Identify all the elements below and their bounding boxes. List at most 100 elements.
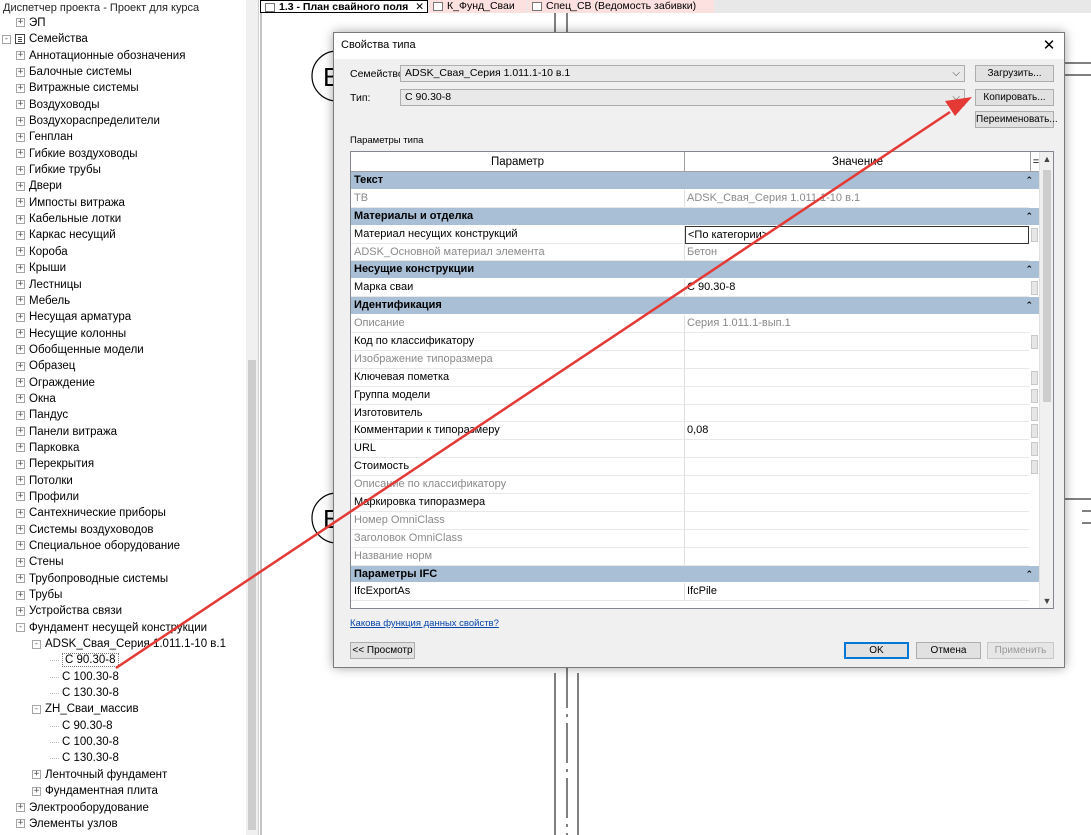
parameter-value[interactable] [685, 333, 1029, 351]
tree-item[interactable]: + Пандус [0, 407, 246, 423]
parameter-value[interactable]: 0,08 [685, 422, 1029, 441]
tab-foundation-piles[interactable]: К_Фунд_Сваи [429, 0, 527, 13]
tree-item[interactable]: + Лестницы [0, 277, 246, 293]
expand-icon[interactable]: + [16, 18, 25, 28]
parameter-row[interactable]: Группа модели [351, 386, 1039, 405]
expand-icon[interactable]: + [16, 181, 25, 191]
expand-icon[interactable]: + [16, 557, 25, 567]
parameter-value[interactable] [685, 387, 1029, 405]
column-header-value[interactable]: Значение [685, 152, 1031, 172]
parameter-row[interactable]: Код по классификатору [351, 333, 1039, 351]
expand-icon[interactable]: + [16, 525, 25, 535]
parameter-value[interactable] [685, 369, 1029, 387]
tree-item[interactable]: + Ограждение [0, 375, 246, 391]
parameter-value[interactable]: С 90.30-8 [685, 279, 1029, 298]
associate-parameter-button[interactable] [1031, 406, 1038, 421]
parameter-group-header[interactable]: Параметры IFC ⌃ [351, 565, 1039, 584]
collapse-chevron-icon[interactable]: ⌃ [1025, 566, 1033, 584]
parameter-row[interactable]: Стоимость [351, 458, 1039, 477]
close-icon[interactable]: ✕ [1040, 36, 1058, 54]
parameter-value[interactable] [685, 405, 1029, 423]
tree-item[interactable]: - ADSK_Свая_Серия 1.011.1-10 в.1 [0, 636, 246, 652]
ok-button[interactable]: OK [844, 642, 909, 659]
collapse-chevron-icon[interactable]: ⌃ [1025, 261, 1033, 279]
apply-button[interactable]: Применить [987, 642, 1054, 659]
tree-item[interactable]: + Перекрытия [0, 456, 246, 472]
tree-item[interactable]: + Обобщенные модели [0, 342, 246, 358]
tree-item[interactable]: С 90.30-8 [0, 718, 246, 734]
expand-icon[interactable]: + [16, 574, 25, 584]
project-browser-scrollbar[interactable] [246, 0, 258, 835]
tree-item[interactable]: + ЭП [0, 15, 246, 31]
collapse-icon[interactable]: - [2, 34, 11, 44]
parameter-row[interactable]: Ключевая пометка [351, 368, 1039, 387]
parameter-value[interactable] [685, 440, 1029, 459]
scrollbar-thumb[interactable] [1043, 170, 1051, 402]
associate-parameter-button[interactable] [1031, 370, 1038, 385]
expand-icon[interactable]: + [16, 100, 25, 110]
expand-icon[interactable]: + [16, 459, 25, 469]
parameter-row[interactable]: Изготовитель [351, 404, 1039, 423]
parameter-row[interactable]: Название норм [351, 547, 1039, 566]
tree-item[interactable]: С 100.30-8 [0, 669, 246, 685]
tree-item[interactable]: С 130.30-8 [0, 750, 246, 766]
expand-icon[interactable]: + [16, 83, 25, 93]
expand-icon[interactable]: + [16, 606, 25, 616]
tree-item[interactable]: - Семейства [0, 31, 246, 47]
expand-icon[interactable]: + [16, 67, 25, 77]
expand-icon[interactable]: + [16, 263, 25, 273]
parameter-row[interactable]: Изображение типоразмера [351, 350, 1039, 369]
tree-item[interactable]: + Устройства связи [0, 603, 246, 619]
cancel-button[interactable]: Отмена [916, 642, 981, 659]
tree-item[interactable]: + Образец [0, 358, 246, 374]
tree-item[interactable]: С 100.30-8 [0, 734, 246, 750]
tab-pile-plan[interactable]: 1.3 - План свайного поля ✕ [260, 0, 428, 13]
family-select[interactable]: ADSK_Свая_Серия 1.011.1-10 в.1 ⌵ [400, 65, 965, 82]
expand-icon[interactable]: + [16, 116, 25, 126]
expand-icon[interactable]: + [32, 770, 41, 780]
tree-item[interactable]: + Мебель [0, 293, 246, 309]
collapse-chevron-icon[interactable]: ⌃ [1025, 172, 1033, 190]
expand-icon[interactable]: + [16, 296, 25, 306]
tree-item[interactable]: + Профили [0, 489, 246, 505]
associate-parameter-button[interactable] [1031, 442, 1038, 457]
expand-icon[interactable]: + [16, 198, 25, 208]
parameter-row[interactable]: Описание по классификатору [351, 476, 1039, 495]
dialog-titlebar[interactable]: Свойства типа ✕ [334, 33, 1064, 59]
collapse-icon[interactable]: - [32, 704, 41, 714]
tree-item[interactable]: - Фундамент несущей конструкции [0, 620, 246, 636]
expand-icon[interactable]: + [16, 132, 25, 142]
parameter-row[interactable]: ТВ ADSK_Свая_Серия 1.011.1-10 в.1 [351, 189, 1039, 208]
tree-item[interactable]: + Каркас несущий [0, 227, 246, 243]
scroll-up-icon[interactable]: ▲ [1040, 152, 1053, 166]
parameter-row[interactable]: Материал несущих конструкций <По категори… [351, 225, 1039, 244]
expand-icon[interactable]: + [16, 51, 25, 61]
parameter-row[interactable]: Описание Серия 1.011.1-вып.1 [351, 315, 1039, 334]
tree-item[interactable]: С 90.30-8 [0, 652, 246, 668]
tab-schedule[interactable]: Спец_СВ (Ведомость забивки) [528, 0, 714, 13]
tree-item[interactable]: + Трубопроводные системы [0, 571, 246, 587]
parameter-value[interactable]: IfcPile [685, 583, 1029, 602]
associate-parameter-button[interactable] [1031, 388, 1038, 403]
expand-icon[interactable]: + [16, 394, 25, 404]
parameter-row[interactable]: IfcExportAs IfcPile [351, 583, 1039, 602]
copy-button[interactable]: Копировать... [975, 89, 1054, 106]
expand-icon[interactable]: + [16, 312, 25, 322]
tree-item[interactable]: + Гибкие воздуховоды [0, 146, 246, 162]
tree-item[interactable]: + Витражные системы [0, 80, 246, 96]
associate-parameter-button[interactable] [1031, 281, 1038, 296]
tree-item[interactable]: + Стены [0, 554, 246, 570]
parameter-group-header[interactable]: Идентификация ⌃ [351, 297, 1039, 316]
collapse-icon[interactable]: - [32, 639, 41, 649]
tree-item[interactable]: + Короба [0, 244, 246, 260]
tree-item[interactable]: + Кабельные лотки [0, 211, 246, 227]
expand-icon[interactable]: + [16, 427, 25, 437]
expand-icon[interactable]: + [16, 378, 25, 388]
tree-item[interactable]: + Системы воздуховодов [0, 522, 246, 538]
tree-item[interactable]: С 130.30-8 [0, 685, 246, 701]
expand-icon[interactable]: + [16, 443, 25, 453]
tree-item[interactable]: + Балочные системы [0, 64, 246, 80]
tree-item[interactable]: + Импосты витража [0, 195, 246, 211]
tree-item[interactable]: + Окна [0, 391, 246, 407]
tree-item[interactable]: + Гибкие трубы [0, 162, 246, 178]
